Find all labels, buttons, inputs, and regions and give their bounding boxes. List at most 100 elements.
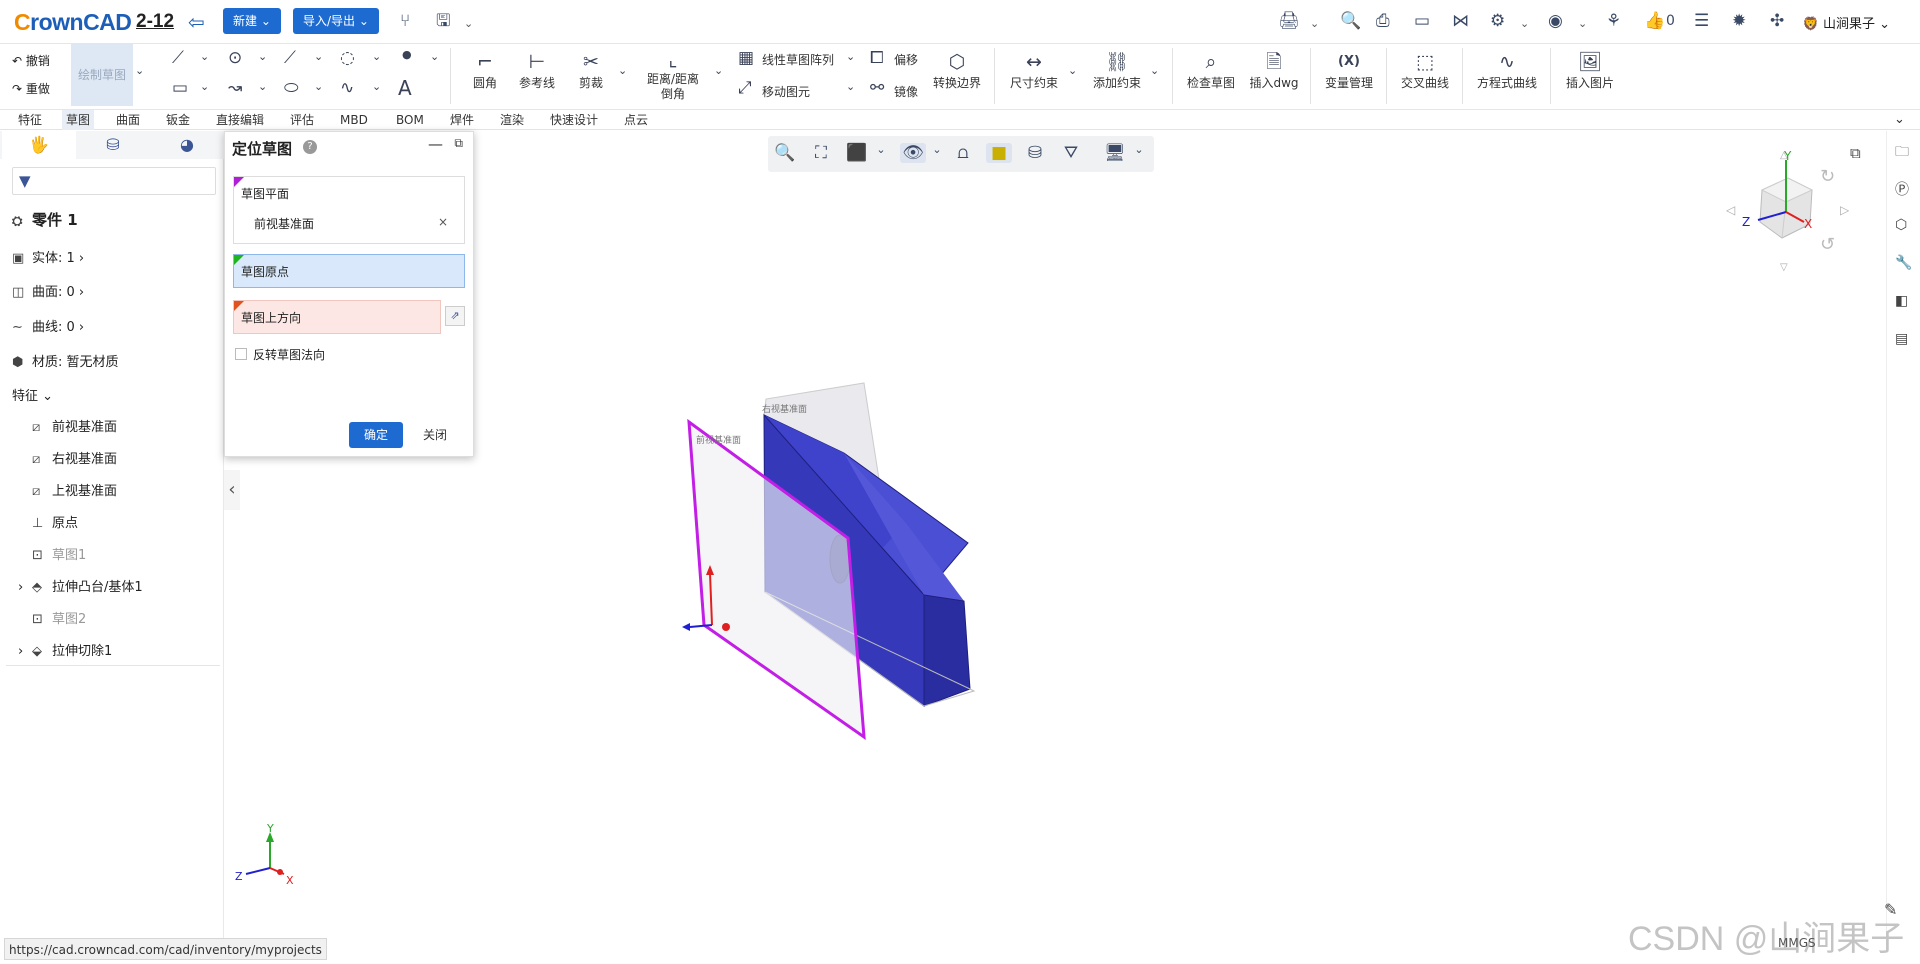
- insert-image-button[interactable]: 🖼 插入图片: [1562, 50, 1618, 91]
- variable-manager-button[interactable]: (X) 变量管理: [1322, 50, 1376, 91]
- tree-item-right-plane[interactable]: ⧄ 右视基准面: [32, 448, 117, 467]
- plugin-icon[interactable]: ✣: [1770, 11, 1784, 31]
- offset-button[interactable]: 偏移: [894, 51, 918, 68]
- circle-center-icon[interactable]: ⊙: [228, 48, 242, 68]
- tab-weldment[interactable]: 焊件: [446, 110, 478, 130]
- printer-icon[interactable]: ⎙: [1376, 11, 1390, 31]
- chevron-down-icon[interactable]: ⌄: [200, 50, 209, 63]
- chevron-down-icon[interactable]: ⌄: [430, 50, 439, 63]
- mirror-button[interactable]: 镜像: [894, 83, 918, 100]
- components-icon[interactable]: ⬡: [1895, 217, 1907, 233]
- tree-item-front-plane[interactable]: ⧄ 前视基准面: [32, 416, 117, 435]
- check-sketch-button[interactable]: ⌕ 检查草图: [1184, 50, 1238, 91]
- chevron-down-icon[interactable]: ⌄: [200, 80, 209, 93]
- back-arrow-icon[interactable]: ⇦: [188, 10, 205, 34]
- app-logo[interactable]: CrownCAD: [14, 9, 132, 36]
- tab-direct-edit[interactable]: 直接编辑: [212, 110, 268, 130]
- share-icon[interactable]: ⋈: [1452, 11, 1469, 31]
- tab-render[interactable]: 渲染: [496, 110, 528, 130]
- tree-part-root[interactable]: ⛭ 零件 1: [12, 209, 78, 230]
- offset-icon[interactable]: ⧠: [870, 48, 884, 68]
- tab-sheet-metal[interactable]: 钣金: [162, 110, 194, 130]
- insert-dwg-button[interactable]: 🗎 插入dwg: [1246, 50, 1302, 91]
- convert-entities-button[interactable]: ⬡ 转换边界: [930, 50, 984, 91]
- print-layout-icon[interactable]: 🖨: [1278, 11, 1300, 31]
- thumbs-up-icon[interactable]: 👍: [1644, 11, 1665, 31]
- folder-icon[interactable]: 🗀: [1895, 141, 1909, 165]
- tree-item-top-plane[interactable]: ⧄ 上视基准面: [32, 480, 117, 499]
- chevron-down-icon[interactable]: ⌄: [1310, 14, 1319, 34]
- draw-sketch-button[interactable]: 绘制草图: [71, 44, 133, 106]
- feature-tree-tab-icon[interactable]: 🖐: [2, 131, 76, 159]
- property-tab-icon[interactable]: ⛁: [76, 131, 150, 159]
- tab-quick-design[interactable]: 快速设计: [546, 110, 602, 130]
- tree-material[interactable]: ⬢ 材质: 暂无材质: [12, 351, 119, 370]
- chevron-down-icon[interactable]: ⌄: [1150, 64, 1159, 77]
- trim-button[interactable]: ✂ 剪裁: [576, 50, 606, 91]
- tab-bom[interactable]: BOM: [392, 110, 428, 130]
- redo-button[interactable]: ↷ 重做: [12, 80, 50, 97]
- user-menu[interactable]: 🦁 山涧果子 ⌄: [1803, 13, 1890, 32]
- tab-mbd[interactable]: MBD: [336, 110, 372, 130]
- tree-surface-bodies[interactable]: ◫ 曲面: 0 ›: [12, 281, 84, 300]
- arc-icon[interactable]: ↝: [228, 78, 242, 98]
- nodes-icon[interactable]: ⚘: [1606, 11, 1621, 31]
- comment-icon[interactable]: ▭: [1414, 11, 1430, 31]
- 3d-viewport[interactable]: 前视基准面 右视基准面: [224, 131, 1884, 951]
- import-export-button[interactable]: 导入/导出 ⌄: [293, 8, 379, 34]
- search-icon[interactable]: 🔍: [1340, 11, 1361, 31]
- chevron-down-icon[interactable]: ⌄: [1068, 64, 1077, 77]
- appearance-tab-icon[interactable]: ◕: [150, 131, 224, 159]
- palette-icon[interactable]: ◧: [1895, 293, 1908, 309]
- wrench-icon[interactable]: 🔧: [1895, 255, 1912, 271]
- ellipse-icon[interactable]: ⬭: [284, 78, 299, 98]
- add-constraint-button[interactable]: ⛓ 添加约束: [1090, 50, 1144, 91]
- polyline-icon[interactable]: ⟋: [172, 48, 184, 68]
- chevron-down-icon[interactable]: ⌄: [1578, 14, 1587, 34]
- move-entity-icon[interactable]: ⤢: [738, 78, 752, 98]
- dimension-constraint-button[interactable]: ↔ 尺寸约束: [1008, 50, 1060, 91]
- linear-pattern-icon[interactable]: ▦: [738, 48, 754, 68]
- mirror-icon[interactable]: ⚯: [870, 78, 884, 98]
- tab-point-cloud[interactable]: 点云: [620, 110, 652, 130]
- chevron-down-icon[interactable]: ⌄: [846, 50, 855, 63]
- tab-feature[interactable]: 特征: [14, 110, 46, 130]
- document-title[interactable]: 2-12: [136, 11, 174, 33]
- restore-view-icon[interactable]: ⧉: [1850, 144, 1861, 162]
- chevron-down-icon[interactable]: ⌄: [372, 80, 381, 93]
- spline-icon[interactable]: ∿: [340, 78, 354, 98]
- settings-gear-icon[interactable]: ⚙: [1490, 11, 1505, 31]
- chevron-down-icon[interactable]: ⌄: [714, 64, 723, 77]
- rectangle-icon[interactable]: ▭: [172, 78, 188, 98]
- library-icon[interactable]: ▤: [1895, 331, 1908, 347]
- slot-icon[interactable]: ⟋: [284, 48, 296, 68]
- new-button[interactable]: 新建 ⌄: [223, 8, 281, 34]
- chevron-down-icon[interactable]: ⌄: [618, 64, 627, 77]
- intersection-curve-button[interactable]: ⬚ 交叉曲线: [1398, 50, 1452, 91]
- tab-evaluate[interactable]: 评估: [286, 110, 318, 130]
- chevron-down-icon[interactable]: ⌄: [258, 80, 267, 93]
- chevron-down-icon[interactable]: ⌄: [258, 50, 267, 63]
- view-cube[interactable]: Y Z X ◁ ▷ △ ▽ ↻ ↺: [1720, 148, 1850, 272]
- chevron-down-icon[interactable]: ⌄: [314, 80, 323, 93]
- unit-system[interactable]: MMGS: [1778, 936, 1816, 950]
- linear-pattern-button[interactable]: 线性草图阵列: [762, 51, 834, 68]
- collapse-ribbon-icon[interactable]: ⌄: [1890, 110, 1909, 130]
- tree-solid-bodies[interactable]: ▣ 实体: 1 ›: [12, 247, 84, 266]
- reference-line-button[interactable]: ⊢ 参考线: [516, 50, 558, 91]
- distance-chamfer-button[interactable]: ⌞ 距离/距离 倒角: [640, 48, 706, 102]
- parameters-icon[interactable]: Ⓟ: [1895, 179, 1909, 199]
- bug-icon[interactable]: ✹: [1732, 11, 1746, 31]
- equation-curve-button[interactable]: ∿ 方程式曲线: [1474, 50, 1540, 91]
- tree-curves[interactable]: ∼ 曲线: 0 ›: [12, 316, 84, 335]
- edit-note-icon[interactable]: ✎: [1884, 900, 1897, 919]
- chevron-down-icon[interactable]: ⌄: [1520, 14, 1529, 34]
- fillet-button[interactable]: ⌐ 圆角: [470, 50, 500, 91]
- chevron-down-icon[interactable]: ⌄: [135, 64, 144, 77]
- text-icon[interactable]: A: [398, 76, 412, 100]
- tree-filter-input[interactable]: ▼: [12, 167, 216, 195]
- construction-circle-icon[interactable]: ◌: [340, 48, 355, 68]
- chevron-down-icon[interactable]: ⌄: [846, 80, 855, 93]
- chevron-down-icon[interactable]: ⌄: [372, 50, 381, 63]
- tree-item-sketch2[interactable]: ⊡ 草图2: [32, 608, 86, 627]
